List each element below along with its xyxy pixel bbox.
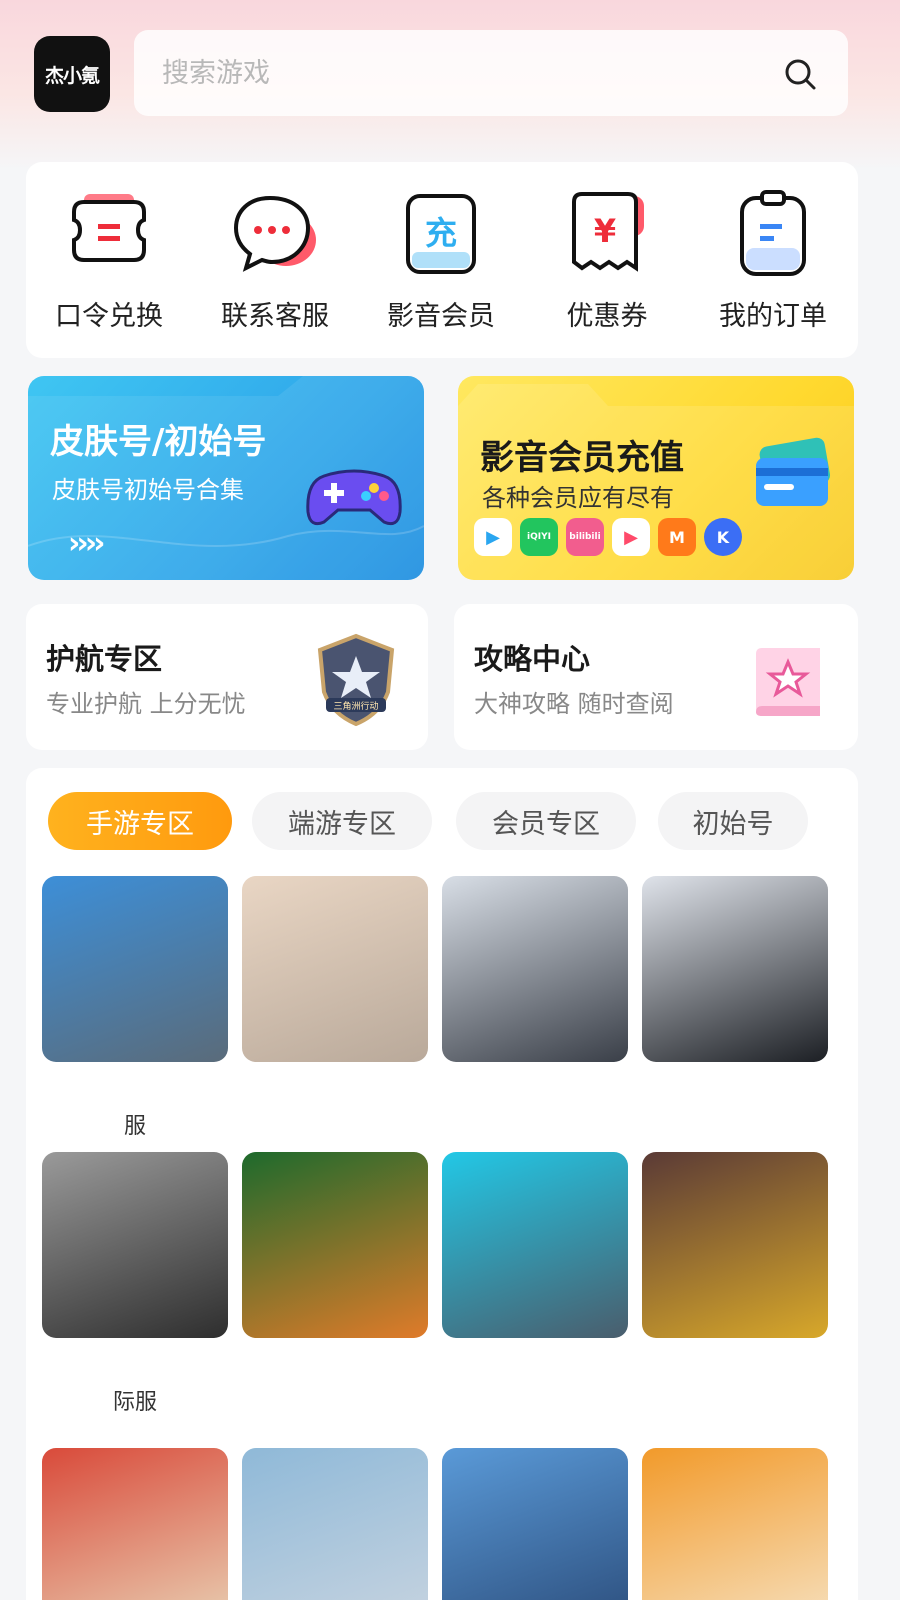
game-tile[interactable] [442, 876, 628, 1062]
quick-action-code-exchange[interactable]: 口令兑换 [26, 162, 192, 358]
tab-initial-accounts[interactable]: 初始号 [658, 792, 808, 850]
zone-subtitle: 大神攻略 随时查阅 [474, 690, 674, 718]
quick-action-label: 我的订单 [719, 301, 827, 332]
category-panel: 手游专区 端游专区 会员专区 初始号 服际服 [26, 768, 858, 1600]
svg-text:三角洲行动: 三角洲行动 [333, 700, 378, 712]
recharge-icon: 充 [406, 194, 476, 274]
banner-title: 皮肤号/初始号 [50, 422, 267, 462]
game-tile[interactable] [42, 876, 228, 1062]
game-tile[interactable] [442, 1448, 628, 1600]
banner-title: 影音会员充值 [480, 438, 684, 478]
game-tile[interactable] [642, 876, 828, 1062]
chat-bubble-icon [233, 195, 316, 272]
app-icons-row: ▶ iQIYI bilibili ▶ M K [474, 518, 742, 556]
game-tile[interactable] [42, 1448, 228, 1600]
search-input[interactable] [162, 30, 762, 116]
game-tile[interactable] [42, 1152, 228, 1338]
card-icon [756, 437, 831, 506]
quick-action-label: 优惠券 [566, 301, 648, 332]
iqiyi-app-icon: iQIYI [520, 518, 558, 556]
tab-pc-games[interactable]: 端游专区 [252, 792, 432, 850]
search-bar[interactable] [134, 30, 848, 116]
game-tile[interactable] [642, 1448, 828, 1600]
quick-action-label: 口令兑换 [55, 301, 163, 332]
game-tile[interactable] [242, 1448, 428, 1600]
code-exchange-icon [72, 194, 146, 262]
search-icon[interactable] [782, 56, 818, 92]
quick-action-contact-service[interactable]: 联系客服 [192, 162, 358, 358]
shield-badge-icon: 三角洲行动 [317, 633, 395, 727]
escort-zone-card[interactable]: 护航专区 专业护航 上分无忧 三角洲行动 [26, 604, 428, 750]
svg-text:充: 充 [425, 214, 457, 252]
bilibili-app-icon: bilibili [566, 518, 604, 556]
quick-action-my-orders[interactable]: 我的订单 [690, 162, 856, 358]
banner-subtitle: 皮肤号初始号合集 [52, 476, 244, 504]
tab-mobile-games[interactable]: 手游专区 [48, 792, 232, 850]
game-name: 际服 [112, 1390, 157, 1415]
quick-action-coupons[interactable]: ¥ 优惠券 [524, 162, 690, 358]
zone-title: 护航专区 [46, 642, 163, 676]
zone-title: 攻略中心 [474, 642, 591, 676]
zone-subtitle: 专业护航 上分无忧 [46, 690, 246, 718]
banner-subtitle: 各种会员应有尽有 [482, 484, 674, 512]
strategy-center-card[interactable]: 攻略中心 大神攻略 随时查阅 [454, 604, 858, 750]
quick-action-label: 影音会员 [387, 301, 495, 332]
gamepad-icon [306, 469, 402, 526]
skin-account-banner[interactable]: 皮肤号/初始号 皮肤号初始号合集 ›››› [28, 376, 424, 580]
app-logo[interactable]: 杰小氪 [34, 36, 110, 112]
game-tile[interactable] [242, 1152, 428, 1338]
coupon-icon: ¥ [572, 192, 644, 272]
game-name: 服 [123, 1114, 146, 1139]
quick-actions-card: 口令兑换 联系客服 充 影音会员 ¥ 优惠券 我的订单 [26, 162, 858, 358]
av-membership-banner[interactable]: 影音会员充值 各种会员应有尽有 ▶ iQIYI bilibili ▶ M K [458, 376, 854, 580]
quick-action-av-membership[interactable]: 充 影音会员 [358, 162, 524, 358]
star-book-icon [756, 648, 820, 716]
arrows-icon: ›››› [68, 526, 106, 561]
header: 杰小氪 [0, 0, 900, 150]
quick-action-label: 联系客服 [221, 301, 329, 332]
kugou-app-icon: K [704, 518, 742, 556]
game-tile[interactable] [242, 876, 428, 1062]
tab-membership[interactable]: 会员专区 [456, 792, 636, 850]
order-clipboard-icon [740, 190, 806, 276]
play-app-icon: ▶ [474, 518, 512, 556]
game-tile[interactable] [442, 1152, 628, 1338]
tencent-video-app-icon: ▶ [612, 518, 650, 556]
game-tile[interactable] [642, 1152, 828, 1338]
svg-text:¥: ¥ [594, 212, 616, 250]
mgtv-app-icon: M [658, 518, 696, 556]
